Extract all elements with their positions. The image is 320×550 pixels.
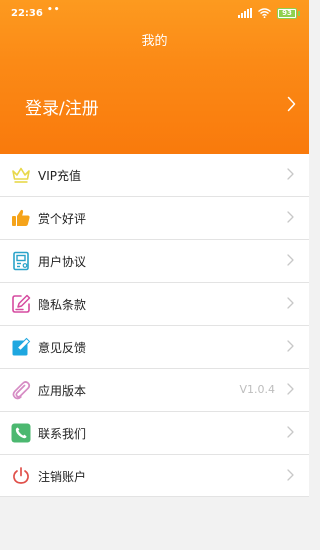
menu-item-rate-app[interactable]: 赏个好评	[0, 197, 309, 240]
chevron-right-icon	[287, 297, 294, 309]
menu-item-label: 注销账户	[38, 470, 87, 484]
chevron-right-icon	[287, 340, 294, 352]
phone-icon	[11, 423, 31, 443]
profile-header: 22:36 •• 93 我的 登录/注册	[0, 0, 309, 154]
document-icon	[13, 251, 29, 271]
menu-item-vip-recharge[interactable]: VIP充值	[0, 154, 309, 197]
notification-dots: ••	[47, 5, 61, 15]
menu-list: VIP充值 赏个好评 用户协议 隐私条款 意见反馈 应用版本 V1.0.4 联系…	[0, 154, 309, 497]
wifi-icon	[258, 8, 271, 18]
menu-item-label: 意见反馈	[38, 341, 87, 355]
menu-item-label: 赏个好评	[38, 212, 87, 226]
signal-icon	[238, 8, 252, 18]
page-title: 我的	[141, 34, 168, 49]
status-icons: 93	[238, 7, 300, 19]
chevron-right-icon	[287, 254, 294, 266]
paperclip-icon	[12, 381, 31, 400]
login-register-label: 登录/注册	[25, 99, 99, 119]
battery-level: 93	[279, 9, 295, 17]
chevron-right-icon	[287, 469, 294, 481]
menu-item-contact-us[interactable]: 联系我们	[0, 412, 309, 455]
chevron-right-icon	[287, 426, 294, 438]
chevron-right-icon	[287, 168, 294, 180]
menu-item-label: 联系我们	[38, 427, 87, 441]
thumbs-up-icon	[12, 209, 30, 226]
chevron-right-icon	[287, 383, 294, 395]
chevron-right-icon	[287, 211, 294, 223]
chevron-right-icon	[287, 96, 296, 112]
menu-item-user-agreement[interactable]: 用户协议	[0, 240, 309, 283]
menu-item-app-version[interactable]: 应用版本 V1.0.4	[0, 369, 309, 412]
app-version-value: V1.0.4	[239, 383, 275, 396]
menu-item-label: VIP充值	[38, 169, 81, 183]
crown-icon	[12, 167, 30, 183]
power-icon	[13, 467, 29, 484]
status-time: 22:36	[11, 8, 43, 19]
menu-item-privacy-terms[interactable]: 隐私条款	[0, 283, 309, 326]
menu-item-label: 隐私条款	[38, 298, 87, 312]
menu-item-feedback[interactable]: 意见反馈	[0, 326, 309, 369]
menu-item-label: 应用版本	[38, 384, 87, 398]
edit-note-icon	[12, 294, 31, 313]
menu-item-delete-account[interactable]: 注销账户	[0, 455, 309, 497]
status-bar: 22:36 •• 93	[0, 0, 309, 26]
battery-icon: 93	[277, 7, 300, 19]
login-register-button[interactable]: 登录/注册	[0, 88, 309, 124]
feedback-pencil-icon	[12, 337, 31, 356]
menu-item-label: 用户协议	[38, 255, 87, 269]
